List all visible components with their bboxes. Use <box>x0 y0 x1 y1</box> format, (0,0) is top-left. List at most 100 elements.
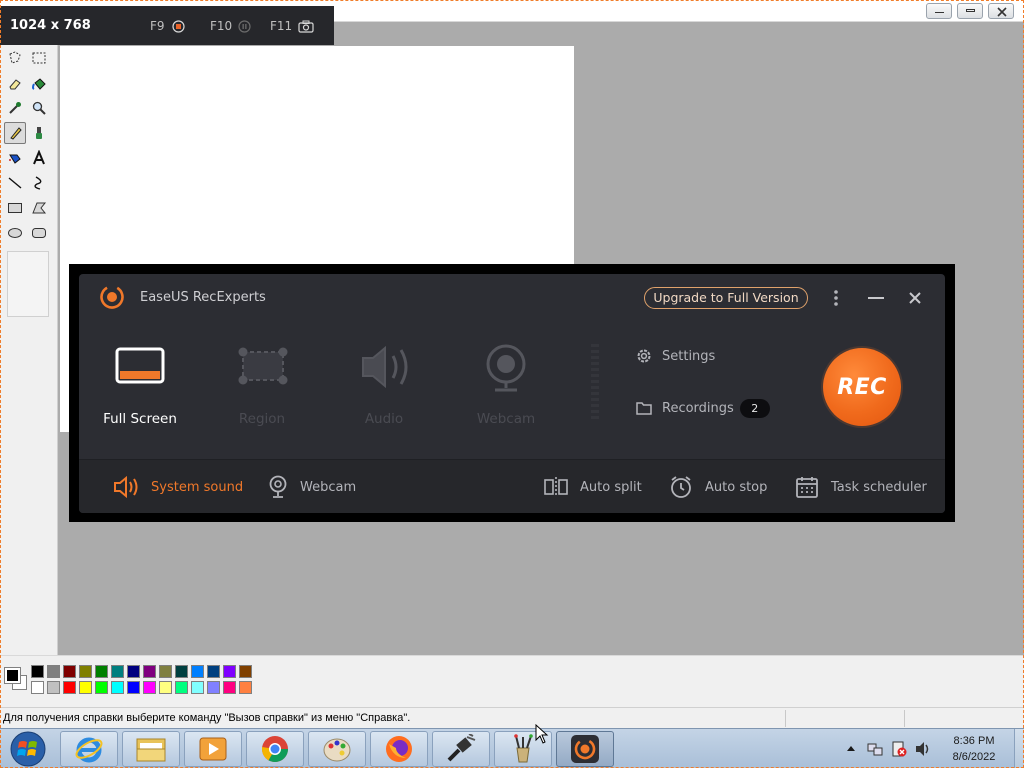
easeus-logo-icon <box>100 285 124 309</box>
start-button[interactable] <box>2 730 54 768</box>
webcam-toggle[interactable]: Webcam <box>268 474 356 500</box>
clock[interactable]: 8:36 PM 8/6/2022 <box>932 733 1016 765</box>
palette-swatch[interactable] <box>239 665 252 678</box>
upgrade-button[interactable]: Upgrade to Full Version <box>644 287 808 309</box>
magnifier-tool[interactable] <box>28 97 50 119</box>
palette-swatch[interactable] <box>191 665 204 678</box>
palette-swatch[interactable] <box>159 665 172 678</box>
recorder-options-bar: System sound Webcam Auto split Auto stop… <box>79 459 945 513</box>
mode-audio[interactable]: Audio <box>329 338 439 428</box>
taskbar-media-player[interactable] <box>184 731 242 767</box>
rectangle-tool[interactable] <box>4 197 26 219</box>
mode-webcam[interactable]: Webcam <box>451 338 561 428</box>
tray-expand-icon[interactable] <box>846 744 856 752</box>
taskbar-internet-explorer[interactable] <box>60 731 118 767</box>
free-select-icon <box>9 51 21 64</box>
status-separator <box>904 710 905 727</box>
pause-icon[interactable] <box>238 20 251 33</box>
palette-swatch[interactable] <box>111 665 124 678</box>
palette-swatch[interactable] <box>223 681 236 694</box>
color-picker-tool[interactable] <box>4 97 26 119</box>
palette-swatch[interactable] <box>159 681 172 694</box>
rec-button[interactable]: REC <box>823 348 901 426</box>
palette-swatch[interactable] <box>223 665 236 678</box>
free-select-tool[interactable] <box>4 47 26 69</box>
current-colors[interactable] <box>3 664 29 692</box>
palette-swatch[interactable] <box>175 681 188 694</box>
more-menu-button[interactable] <box>824 287 848 309</box>
palette-swatch[interactable] <box>143 665 156 678</box>
connector-icon <box>447 734 476 762</box>
rec-label: REC <box>837 374 887 400</box>
taskbar-firefox[interactable] <box>370 731 428 767</box>
brush-tool[interactable] <box>28 122 50 144</box>
action-center-icon[interactable] <box>890 740 908 758</box>
line-tool[interactable] <box>4 172 26 194</box>
palette-swatch[interactable] <box>191 681 204 694</box>
airbrush-tool[interactable] <box>4 147 26 169</box>
task-scheduler-option[interactable]: Task scheduler <box>795 474 927 500</box>
palette-swatch[interactable] <box>31 665 44 678</box>
minimize-button[interactable] <box>926 3 952 19</box>
close-window-button[interactable] <box>903 287 927 309</box>
calendar-icon <box>796 477 818 498</box>
close-icon <box>909 292 921 304</box>
palette-swatch[interactable] <box>127 681 140 694</box>
tool-options-box[interactable] <box>7 251 49 317</box>
polygon-tool[interactable] <box>28 197 50 219</box>
palette-swatch[interactable] <box>207 665 220 678</box>
palette-swatch[interactable] <box>47 681 60 694</box>
folder-icon <box>136 738 166 762</box>
palette-swatch[interactable] <box>47 665 60 678</box>
palette-swatch[interactable] <box>239 681 252 694</box>
minimize-window-button[interactable] <box>864 287 888 309</box>
curve-tool[interactable] <box>28 172 50 194</box>
recordings-link[interactable]: Recordings 2 <box>636 397 770 419</box>
palette-swatch[interactable] <box>111 681 124 694</box>
palette-swatch[interactable] <box>63 665 76 678</box>
palette-swatch[interactable] <box>79 681 92 694</box>
show-desktop-button[interactable] <box>1014 729 1024 768</box>
record-stop-icon[interactable] <box>172 20 185 33</box>
palette-swatch[interactable] <box>95 681 108 694</box>
system-sound-toggle[interactable]: System sound <box>113 474 243 500</box>
auto-split-option[interactable]: Auto split <box>544 474 642 500</box>
mode-region[interactable]: Region <box>207 338 317 428</box>
settings-link[interactable]: Settings <box>636 345 715 367</box>
text-tool[interactable] <box>28 147 50 169</box>
palette-swatch[interactable] <box>143 681 156 694</box>
easeus-logo-icon <box>571 735 599 763</box>
taskbar-paint[interactable] <box>308 731 366 767</box>
screenshot-icon[interactable] <box>298 20 314 33</box>
status-text: Для получения справки выберите команду "… <box>3 712 411 724</box>
palette-swatch[interactable] <box>207 681 220 694</box>
auto-stop-option[interactable]: Auto stop <box>669 474 767 500</box>
taskbar-explorer[interactable] <box>122 731 180 767</box>
paint-bucket-icon <box>32 78 46 90</box>
color-palette <box>0 655 1024 707</box>
fill-tool[interactable] <box>28 73 50 95</box>
restore-button[interactable] <box>957 3 983 19</box>
palette-swatch[interactable] <box>31 681 44 694</box>
volume-icon[interactable] <box>914 740 932 758</box>
palette-swatch[interactable] <box>95 665 108 678</box>
taskbar-app-7[interactable] <box>432 731 490 767</box>
eraser-tool[interactable] <box>4 73 26 95</box>
pencil-tool[interactable] <box>4 122 26 144</box>
rect-select-tool[interactable] <box>28 47 50 69</box>
close-button[interactable] <box>988 3 1014 19</box>
auto-stop-label: Auto stop <box>705 479 768 495</box>
taskbar: 8:36 PM 8/6/2022 <box>0 728 1024 768</box>
rounded-rect-tool[interactable] <box>28 222 50 244</box>
mode-label: Webcam <box>476 411 536 427</box>
palette-swatch[interactable] <box>175 665 188 678</box>
ellipse-tool[interactable] <box>4 222 26 244</box>
mode-full-screen[interactable]: Full Screen <box>85 338 195 428</box>
palette-swatch[interactable] <box>79 665 92 678</box>
f10-key-label: F10 <box>210 19 233 33</box>
palette-swatch[interactable] <box>63 681 76 694</box>
palette-swatch[interactable] <box>127 665 140 678</box>
taskbar-recexperts[interactable] <box>556 731 614 767</box>
network-icon[interactable] <box>866 740 884 758</box>
taskbar-chrome[interactable] <box>246 731 304 767</box>
